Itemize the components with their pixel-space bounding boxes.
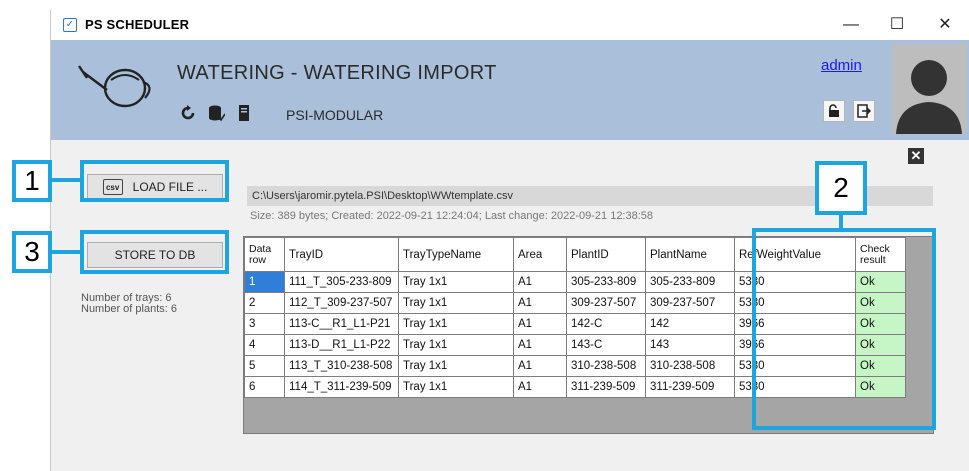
table-cell[interactable]: Tray 1x1 xyxy=(398,271,514,293)
callout-badge-3: 3 xyxy=(12,231,52,273)
callout-connector-1 xyxy=(52,178,80,182)
table-cell[interactable]: 142-C xyxy=(566,313,646,335)
table-cell[interactable]: A1 xyxy=(513,292,567,314)
table-cell[interactable]: 143 xyxy=(645,334,735,356)
callout-highlight-1 xyxy=(80,160,229,202)
table-cell[interactable]: 309-237-507 xyxy=(566,292,646,314)
table-cell[interactable]: Tray 1x1 xyxy=(398,376,514,398)
table-cell[interactable]: 305-233-809 xyxy=(566,271,646,293)
table-cell[interactable]: 114_T_311-239-509 xyxy=(284,376,399,398)
table-cell[interactable]: 2 xyxy=(244,292,285,314)
column-header[interactable]: TrayID xyxy=(284,237,399,272)
logout-icon[interactable] xyxy=(853,100,875,122)
device-name: PSI-MODULAR xyxy=(286,107,384,123)
unlock-icon[interactable] xyxy=(823,100,845,122)
table-cell[interactable]: 113-D__R1_L1-P22 xyxy=(284,334,399,356)
calendar-icon: ✓ xyxy=(63,18,77,32)
callout-highlight-2 xyxy=(752,228,936,430)
table-cell[interactable]: 142 xyxy=(645,313,735,335)
table-cell[interactable]: 310-238-508 xyxy=(645,355,735,377)
table-cell[interactable]: 112_T_309-237-507 xyxy=(284,292,399,314)
window-title: PS SCHEDULER xyxy=(85,17,190,32)
callout-connector-2 xyxy=(839,215,843,228)
table-cell[interactable]: 305-233-809 xyxy=(645,271,735,293)
callout-badge-2: 2 xyxy=(815,161,867,215)
table-cell[interactable]: 113_T_310-238-508 xyxy=(284,355,399,377)
table-cell[interactable]: A1 xyxy=(513,313,567,335)
callout-connector-3 xyxy=(52,250,80,254)
column-header[interactable]: Area xyxy=(513,237,567,272)
refresh-icon[interactable] xyxy=(179,104,197,122)
panel-close-icon[interactable]: ✕ xyxy=(908,148,924,164)
watering-can-icon xyxy=(78,65,151,108)
header-panel: WATERING - WATERING IMPORT PSI-MODULAR a… xyxy=(51,40,969,140)
table-cell[interactable]: A1 xyxy=(513,355,567,377)
table-cell[interactable]: 5 xyxy=(244,355,285,377)
avatar xyxy=(892,44,966,134)
callout-highlight-3 xyxy=(80,230,229,274)
file-metadata: Size: 389 bytes; Created: 2022-09-21 12:… xyxy=(250,210,654,222)
column-header[interactable]: TrayTypeName xyxy=(398,237,514,272)
table-cell[interactable]: A1 xyxy=(513,334,567,356)
database-icon[interactable] xyxy=(207,104,225,122)
callout-badge-1: 1 xyxy=(12,160,52,202)
title-bar: ✓ PS SCHEDULER — ☐ ✕ xyxy=(51,10,969,40)
page-title: WATERING - WATERING IMPORT xyxy=(177,62,497,84)
table-cell[interactable]: 113-C__R1_L1-P21 xyxy=(284,313,399,335)
table-cell[interactable]: Tray 1x1 xyxy=(398,313,514,335)
table-cell[interactable]: 1 xyxy=(244,271,285,293)
table-cell[interactable]: Tray 1x1 xyxy=(398,334,514,356)
table-cell[interactable]: Tray 1x1 xyxy=(398,292,514,314)
maximize-button[interactable]: ☐ xyxy=(875,12,919,38)
table-cell[interactable]: 310-238-508 xyxy=(566,355,646,377)
table-cell[interactable]: A1 xyxy=(513,376,567,398)
column-header[interactable]: Data row xyxy=(244,237,285,272)
table-cell[interactable]: 3 xyxy=(244,313,285,335)
column-header[interactable]: PlantName xyxy=(645,237,735,272)
minimize-button[interactable]: — xyxy=(829,12,873,38)
column-header[interactable]: PlantID xyxy=(566,237,646,272)
table-cell[interactable]: 311-239-509 xyxy=(645,376,735,398)
close-button[interactable]: ✕ xyxy=(923,12,967,38)
table-cell[interactable]: 143-C xyxy=(566,334,646,356)
table-cell[interactable]: 6 xyxy=(244,376,285,398)
user-link[interactable]: admin xyxy=(821,57,862,74)
table-cell[interactable]: Tray 1x1 xyxy=(398,355,514,377)
table-cell[interactable]: A1 xyxy=(513,271,567,293)
table-cell[interactable]: 4 xyxy=(244,334,285,356)
plants-count: Number of plants: 6 xyxy=(81,303,177,315)
table-cell[interactable]: 311-239-509 xyxy=(566,376,646,398)
server-icon[interactable] xyxy=(235,104,253,122)
table-cell[interactable]: 309-237-507 xyxy=(645,292,735,314)
table-cell[interactable]: 111_T_305-233-809 xyxy=(284,271,399,293)
